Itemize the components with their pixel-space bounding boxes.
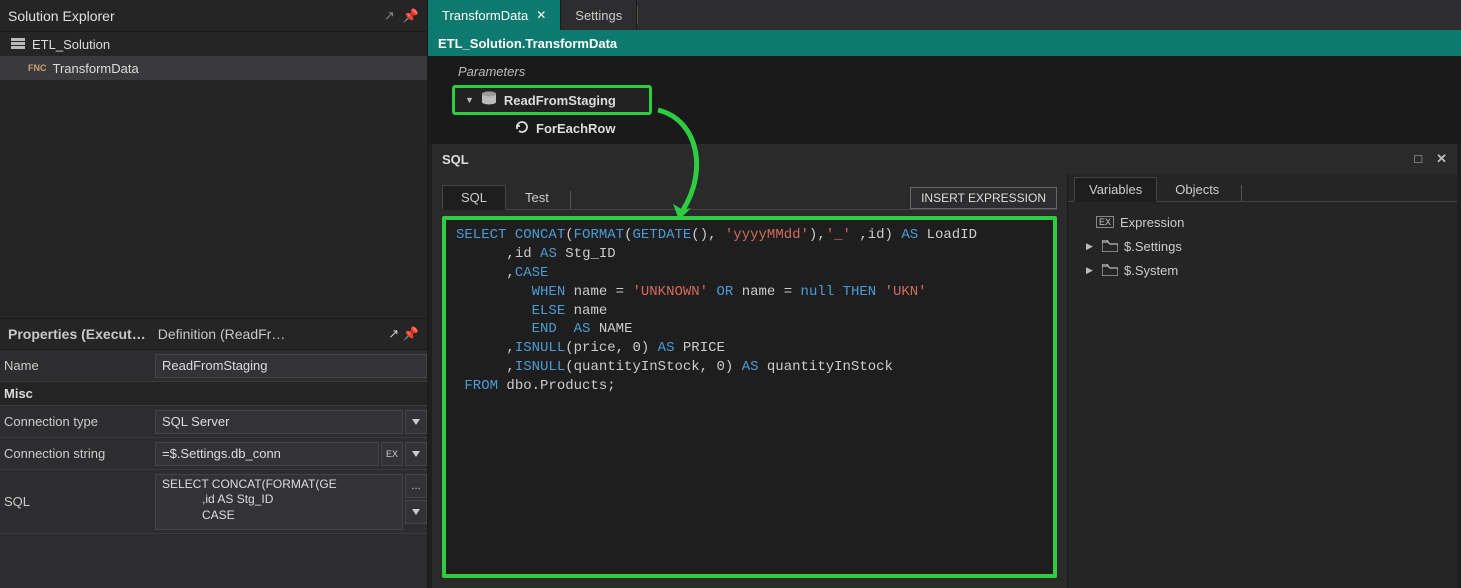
chevron-right-icon: ▶: [1086, 265, 1096, 276]
prop-row-connstring: Connection string EX: [0, 438, 427, 470]
sql-dropdown-button[interactable]: [405, 500, 427, 524]
breadcrumb-area: Parameters ▼ ReadFromStaging ForEachRow: [428, 56, 1461, 144]
close-icon[interactable]: ✕: [1436, 151, 1447, 167]
editor-tabs: SQL Test INSERT EXPRESSION: [442, 180, 1057, 210]
prop-sql-preview[interactable]: SELECT CONCAT(FORMAT(GE ,id AS Stg_ID CA…: [155, 474, 403, 530]
var-tree: EX Expression ▶ $.Settings ▶: [1068, 202, 1457, 290]
sql-editor: SQL □ ✕ SQL Test INSERT EXPRESSION SELEC…: [432, 144, 1457, 588]
parameters-label[interactable]: Parameters: [450, 60, 1439, 85]
sql-ellipsis-button[interactable]: ...: [405, 474, 427, 498]
tab-transformdata[interactable]: TransformData ✕: [428, 0, 561, 30]
step-foreachrow[interactable]: ForEachRow: [450, 115, 1439, 144]
solution-tree: ETL_Solution FNC TransformData: [0, 32, 427, 80]
tree-root-label: ETL_Solution: [32, 37, 110, 52]
editor-tab-sql[interactable]: SQL: [442, 185, 506, 210]
var-node-system[interactable]: ▶ $.System: [1076, 258, 1449, 282]
pin-icon[interactable]: 📌: [403, 8, 419, 24]
tab-definition[interactable]: Definition (ReadFr…: [158, 326, 286, 342]
prop-row-name: Name: [0, 350, 427, 382]
ex-badge: EX: [1096, 216, 1114, 228]
tree-root[interactable]: ETL_Solution: [0, 32, 427, 56]
solution-explorer-header: Solution Explorer ↗ 📌: [0, 0, 427, 32]
solution-icon: [10, 37, 26, 51]
prop-conntype-select[interactable]: SQL Server: [155, 410, 403, 434]
properties-header: Properties (Execut… Definition (ReadFr… …: [0, 318, 427, 350]
path-bar: ETL_Solution.TransformData: [428, 30, 1461, 56]
step-readfromstaging[interactable]: ▼ ReadFromStaging: [452, 85, 652, 115]
pin-icon[interactable]: 📌: [403, 326, 419, 341]
step-label: ReadFromStaging: [504, 93, 616, 108]
prop-connstring-label: Connection string: [0, 446, 155, 461]
folder-icon: [1102, 264, 1118, 276]
sql-code[interactable]: SELECT CONCAT(FORMAT(GETDATE(), 'yyyyMMd…: [442, 216, 1057, 578]
tree-item-transformdata[interactable]: FNC TransformData: [0, 56, 427, 80]
maximize-icon[interactable]: □: [1414, 151, 1422, 167]
popout-icon[interactable]: ↗: [384, 8, 395, 24]
var-tabs: Variables Objects: [1068, 174, 1457, 202]
expr-button[interactable]: EX: [381, 442, 403, 466]
tree-item-label: TransformData: [53, 61, 139, 76]
editor-tab-test[interactable]: Test: [506, 185, 568, 209]
variables-panel: Variables Objects EX Expression ▶ $.Set: [1067, 174, 1457, 588]
folder-icon: [1102, 240, 1118, 252]
prop-sql-label: SQL: [0, 494, 155, 509]
loop-icon: [514, 119, 530, 138]
prop-connstring-input[interactable]: [155, 442, 379, 466]
editor-title: SQL: [442, 152, 469, 167]
prop-name-input[interactable]: [155, 354, 427, 378]
left-panel: Solution Explorer ↗ 📌 ETL_Solution FNC T…: [0, 0, 428, 588]
close-icon[interactable]: ✕: [536, 8, 546, 22]
prop-row-sql: SQL SELECT CONCAT(FORMAT(GE ,id AS Stg_I…: [0, 470, 427, 534]
chevron-right-icon: ▶: [1086, 241, 1096, 252]
popout-icon[interactable]: ↗: [388, 326, 399, 341]
tab-objects[interactable]: Objects: [1161, 178, 1233, 201]
prop-cat-misc: Misc: [0, 382, 427, 406]
solution-explorer-title: Solution Explorer: [8, 8, 115, 24]
prop-row-conntype: Connection type SQL Server: [0, 406, 427, 438]
database-icon: [480, 91, 498, 110]
conntype-dropdown-button[interactable]: [405, 410, 427, 434]
var-node-settings[interactable]: ▶ $.Settings: [1076, 234, 1449, 258]
insert-expression-button[interactable]: INSERT EXPRESSION: [910, 187, 1057, 209]
properties-grid: Name Misc Connection type SQL Server Con…: [0, 350, 427, 588]
document-tabbar: TransformData ✕ Settings: [428, 0, 1461, 30]
editor-left: SQL Test INSERT EXPRESSION SELECT CONCAT…: [432, 174, 1067, 588]
chevron-down-icon: ▼: [465, 95, 474, 105]
tab-settings[interactable]: Settings: [561, 0, 637, 30]
tree-filler: [0, 80, 427, 318]
var-expression[interactable]: EX Expression: [1076, 210, 1449, 234]
fnc-badge: FNC: [28, 63, 47, 73]
prop-name-label: Name: [0, 358, 155, 373]
right-panel: TransformData ✕ Settings ETL_Solution.Tr…: [428, 0, 1461, 588]
tab-variables[interactable]: Variables: [1074, 177, 1157, 202]
prop-conntype-label: Connection type: [0, 414, 155, 429]
editor-titlebar: SQL □ ✕: [432, 144, 1457, 174]
tab-properties[interactable]: Properties (Execut…: [8, 326, 146, 342]
connstring-dropdown-button[interactable]: [405, 442, 427, 466]
